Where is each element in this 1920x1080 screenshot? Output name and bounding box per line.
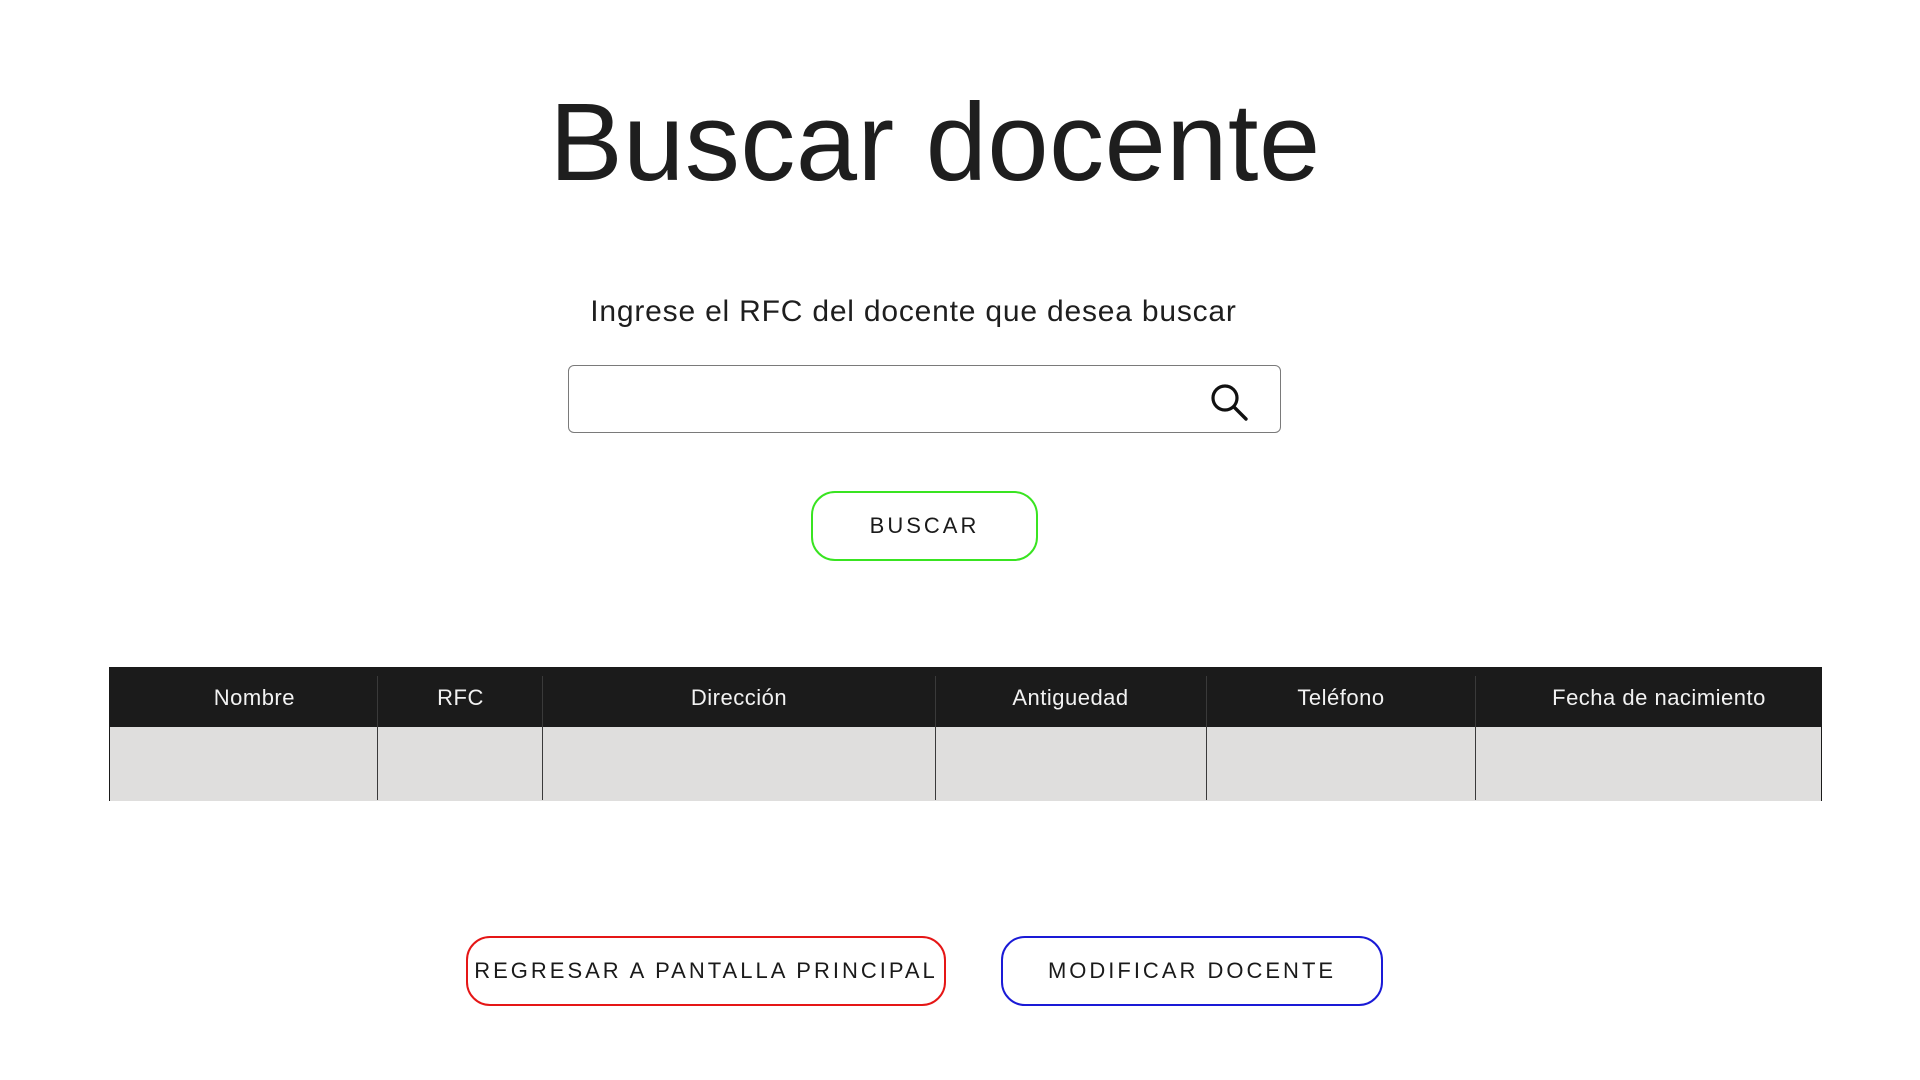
rfc-search-field[interactable] (568, 365, 1281, 433)
rfc-search-input[interactable] (587, 376, 1191, 424)
column-header-rfc: RFC (437, 684, 484, 710)
buscar-button[interactable]: BUSCAR (811, 491, 1038, 561)
column-header-direccion: Dirección (690, 684, 788, 710)
instruction-text: Ingrese el RFC del docente que desea bus… (590, 295, 1237, 328)
docente-table: Nombre RFC Dirección Antiguedad Teléfono… (109, 667, 1822, 801)
search-icon[interactable] (1208, 381, 1250, 423)
column-divider (1475, 676, 1476, 800)
column-header-telefono: Teléfono (1297, 684, 1385, 710)
modificar-docente-button[interactable]: MODIFICAR DOCENTE (1001, 936, 1383, 1006)
column-divider (377, 676, 378, 800)
column-divider (1206, 676, 1207, 800)
column-header-nombre: Nombre (213, 684, 295, 710)
table-header: Nombre RFC Dirección Antiguedad Teléfono… (110, 668, 1821, 727)
column-divider (542, 676, 543, 800)
column-header-fecha-nacimiento: Fecha de nacimiento (1552, 684, 1766, 710)
buscar-docente-page: Buscar docente Ingrese el RFC del docent… (0, 0, 1920, 1080)
page-title: Buscar docente (549, 81, 1321, 204)
regresar-button[interactable]: REGRESAR A PANTALLA PRINCIPAL (466, 936, 946, 1006)
column-header-antiguedad: Antiguedad (1012, 684, 1129, 710)
table-row (110, 727, 1821, 801)
column-divider (935, 676, 936, 800)
